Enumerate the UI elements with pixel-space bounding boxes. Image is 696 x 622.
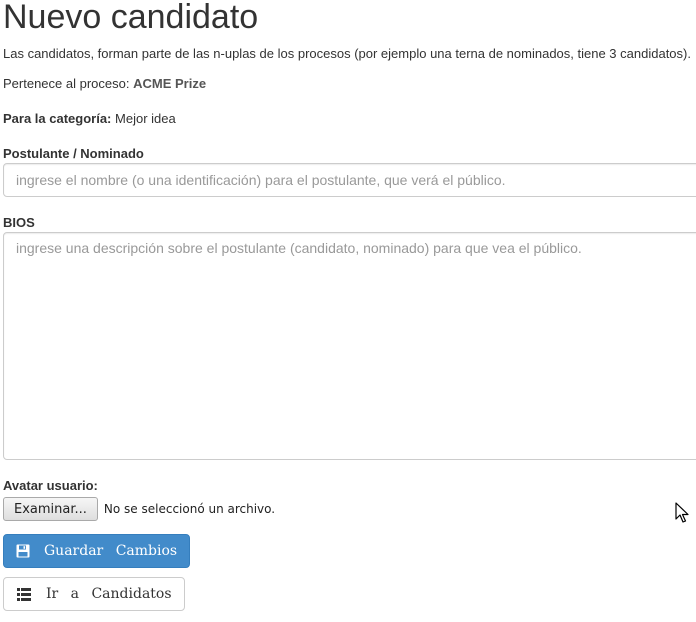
go-to-candidates-button[interactable]: Ir a Candidatos [3,577,185,611]
category-value: Mejor idea [115,111,176,126]
list-icon [16,586,32,602]
process-prefix: Pertenece al proceso: [3,76,130,91]
avatar-field-label: Avatar usuario: [3,478,98,493]
page: Nuevo candidato Las candidatos, forman p… [0,0,696,622]
page-title: Nuevo candidato [3,0,259,36]
save-button[interactable]: Guardar Cambios [3,534,190,568]
floppy-disk-icon [16,543,30,559]
file-status: No se seleccionó un archivo. [103,502,276,516]
mouse-pointer-icon [675,502,689,523]
name-input[interactable] [3,163,696,197]
bios-textarea[interactable] [3,232,696,460]
category-info: Para la categoría: Mejor idea [3,111,176,126]
bios-field-label: BIOS [3,215,35,230]
category-label: Para la categoría: [3,111,112,126]
avatar-file-input: Examinar... No se seleccionó un archivo. [3,497,275,521]
save-button-label: Guardar Cambios [44,543,178,559]
go-to-candidates-label: Ir a Candidatos [46,586,172,602]
process-info: Pertenece al proceso: ACME Prize [3,76,206,91]
browse-file-button[interactable]: Examinar... [3,497,98,521]
name-field-label: Postulante / Nominado [3,146,144,161]
page-description: Las candidatos, forman parte de las n-up… [3,46,691,61]
process-name: ACME Prize [133,76,207,91]
